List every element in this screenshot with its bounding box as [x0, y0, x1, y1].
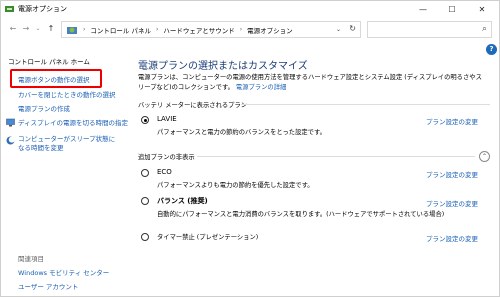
address-dropdown-button[interactable]: ⌄: [336, 26, 341, 33]
up-button[interactable]: ↑: [45, 23, 57, 35]
plan-settings-link-lavie[interactable]: プラン設定の変更: [426, 116, 478, 126]
recent-locations-button[interactable]: ⌄: [32, 23, 44, 35]
sidebar-link-create-plan[interactable]: 電源プランの作成: [18, 103, 70, 113]
plan-name-balanced[interactable]: バランス (推奨): [157, 196, 208, 206]
plan-settings-link-balanced[interactable]: プラン設定の変更: [426, 198, 478, 208]
plan-radio-eco[interactable]: [141, 169, 149, 177]
group-divider: [241, 104, 490, 105]
title-bar: 電源オプション — ☐ ✕: [1, 1, 499, 17]
minimize-button[interactable]: —: [412, 1, 434, 17]
page-description: 電源プランは、コンピューターの電源の使用方法を管理するハードウェア設定とシステム…: [138, 73, 488, 93]
control-panel-home-link[interactable]: コントロール パネル ホーム: [8, 56, 90, 66]
power-options-window: 電源オプション — ☐ ✕ ← → ⌄ ↑ › コントロール パネル › ハード…: [0, 0, 500, 297]
forward-button[interactable]: →: [20, 23, 32, 35]
back-button[interactable]: ←: [7, 23, 19, 35]
address-row: ← → ⌄ ↑ › コントロール パネル › ハードウェアとサウンド › 電源オ…: [1, 19, 499, 41]
plan-name-presentation[interactable]: タイマー禁止 (プレゼンテーション): [157, 232, 258, 241]
window-title: 電源オプション: [18, 5, 67, 13]
refresh-button[interactable]: ↻: [349, 24, 356, 33]
plan-radio-presentation[interactable]: [141, 233, 149, 241]
related-link-user-accounts[interactable]: ユーザー アカウント: [18, 281, 78, 291]
search-box[interactable]: ⌕: [367, 21, 492, 38]
maximize-button[interactable]: ☐: [441, 1, 463, 17]
plan-radio-balanced[interactable]: [141, 197, 149, 205]
extra-plans-heading: 追加プランの非表示: [138, 154, 195, 161]
breadcrumb-power-options[interactable]: 電源オプション: [247, 25, 293, 35]
breadcrumb-separator: ›: [239, 26, 243, 33]
close-button[interactable]: ✕: [471, 1, 493, 17]
related-heading: 関連項目: [18, 255, 44, 263]
collapse-icon[interactable]: ⌃: [479, 151, 490, 162]
plan-desc-eco: パフォーマンスよりも電力の節約を優先した設定です。: [157, 182, 314, 189]
power-options-app-icon: [5, 6, 14, 12]
sidebar-link-sleep-time[interactable]: コンピューターがスリープ状態になる時間を変更: [18, 135, 118, 153]
plan-radio-lavie[interactable]: [141, 116, 149, 124]
search-icon[interactable]: ⌕: [482, 24, 487, 34]
battery-plans-heading: バッテリ メーターに表示されるプラン: [138, 102, 248, 109]
sidebar-link-display-off[interactable]: ディスプレイの電源を切る時間の指定: [18, 117, 128, 127]
breadcrumb-separator: ›: [83, 26, 86, 33]
plan-settings-link-eco[interactable]: プラン設定の変更: [426, 169, 478, 179]
page-title: 電源プランの選択またはカスタマイズ: [138, 61, 308, 72]
plan-name-lavie[interactable]: LAVIE: [157, 115, 177, 123]
control-panel-icon: [67, 26, 77, 34]
plan-desc-lavie: パフォーマンスと電力の節約のバランスをとった設定です。: [157, 129, 326, 136]
address-bar[interactable]: › コントロール パネル › ハードウェアとサウンド › 電源オプション ⌄ ↻: [61, 21, 361, 38]
plan-details-link[interactable]: 電源プランの詳細: [236, 84, 286, 91]
breadcrumb-separator: ›: [155, 26, 159, 33]
plan-desc-balanced: 自動的にパフォーマンスと電力消費のバランスを取ります。(ハードウェアでサポートさ…: [157, 211, 445, 218]
display-icon: [6, 118, 15, 127]
plan-settings-link-presentation[interactable]: プラン設定の変更: [426, 233, 478, 243]
sidebar-link-power-button[interactable]: 電源ボタンの動作の選択: [18, 74, 90, 84]
sleep-icon: [6, 136, 15, 145]
related-link-mobility-center[interactable]: Windows モビリティ センター: [18, 267, 109, 277]
group-divider: [197, 156, 475, 157]
breadcrumb-hardware-sound[interactable]: ハードウェアとサウンド: [163, 25, 234, 35]
description-text: 電源プランは、コンピューターの電源の使用方法を管理するハードウェア設定とシステム…: [138, 74, 482, 91]
breadcrumb-control-panel[interactable]: コントロール パネル: [90, 25, 151, 35]
sidebar-link-lid-close[interactable]: カバーを閉じたときの動作の選択: [18, 89, 116, 99]
plan-name-eco[interactable]: ECO: [157, 168, 172, 176]
help-icon[interactable]: ?: [486, 44, 497, 55]
